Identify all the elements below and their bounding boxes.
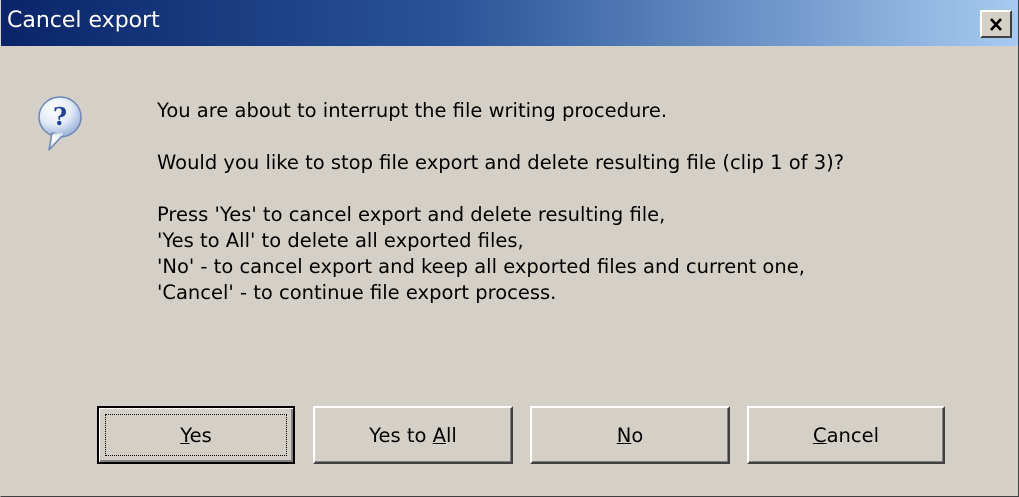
message-line: 'Yes to All' to delete all exported file… bbox=[157, 229, 524, 252]
dialog-title: Cancel export bbox=[7, 8, 160, 33]
no-button[interactable]: No bbox=[530, 406, 730, 464]
yes-button[interactable]: Yes bbox=[97, 406, 295, 464]
message-text: You are about to interrupt the file writ… bbox=[157, 98, 844, 306]
close-icon bbox=[990, 17, 1002, 31]
message-line: 'No' - to cancel export and keep all exp… bbox=[157, 255, 805, 278]
question-icon: ? bbox=[37, 94, 83, 156]
svg-text:?: ? bbox=[53, 102, 67, 131]
button-row: Yes Yes to All No Cancel bbox=[97, 406, 947, 466]
message-line: 'Cancel' - to continue file export proce… bbox=[157, 281, 557, 304]
dialog-window: Cancel export ? You are about to interru… bbox=[0, 0, 1019, 497]
yes-to-all-button[interactable]: Yes to All bbox=[313, 406, 513, 464]
message-line: Press 'Yes' to cancel export and delete … bbox=[157, 203, 666, 226]
message-line: You are about to interrupt the file writ… bbox=[157, 99, 668, 122]
cancel-button[interactable]: Cancel bbox=[747, 406, 945, 464]
close-button[interactable] bbox=[980, 10, 1012, 38]
message-line: Would you like to stop file export and d… bbox=[157, 151, 845, 174]
title-bar[interactable]: Cancel export bbox=[1, 0, 1018, 46]
